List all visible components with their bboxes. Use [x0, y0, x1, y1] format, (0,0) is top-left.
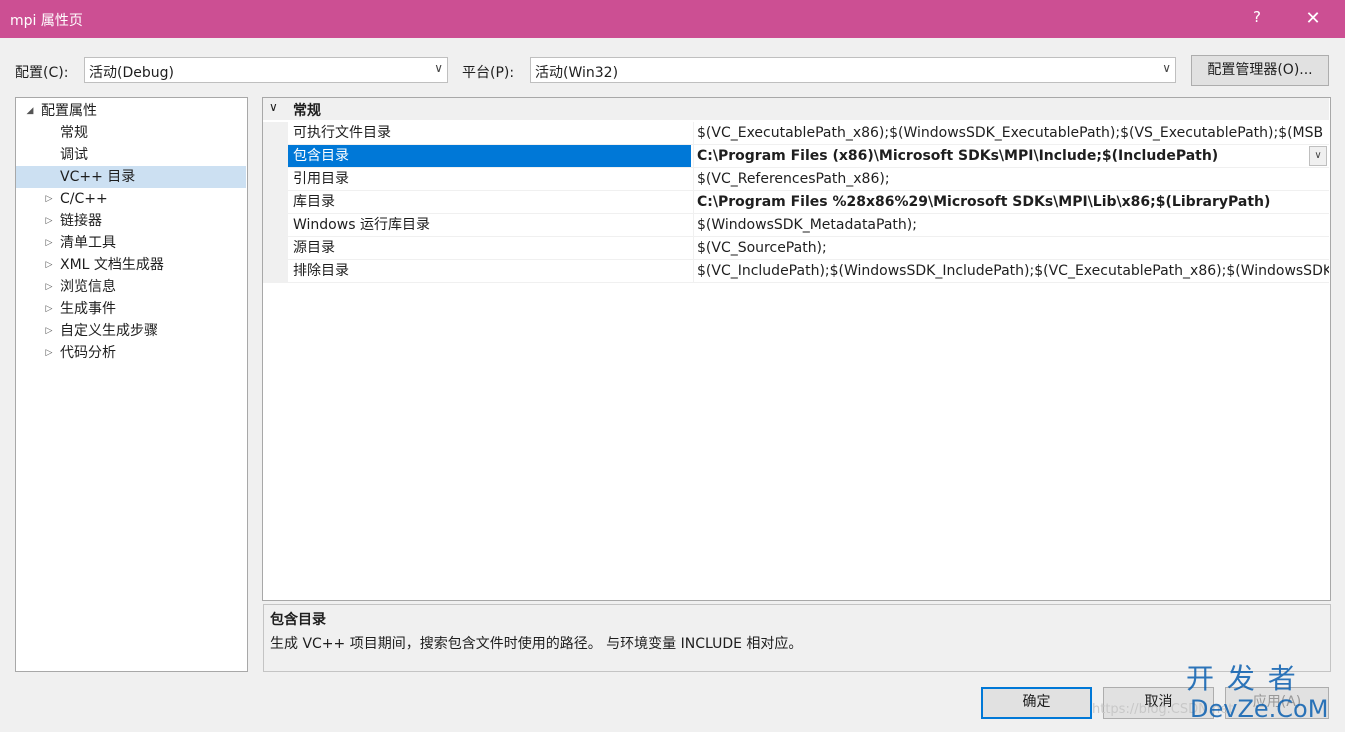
property-value[interactable]: $(WindowsSDK_MetadataPath); [693, 214, 1329, 236]
row-gutter [263, 145, 288, 167]
title-bar: mpi 属性页 ? ✕ [0, 0, 1345, 38]
tree-item[interactable]: ▷ 清单工具 [16, 232, 246, 254]
row-gutter [263, 237, 288, 259]
config-tree: ◢ 配置属性常规调试 VC++ 目录 ▷ C/C++ ▷ 链接器 ▷ 清单工具 ▷ XML 文档生成… [15, 97, 248, 672]
property-row[interactable]: 可执行文件目录 $(VC_ExecutablePath_x86);$(Window… [263, 122, 1329, 145]
tree-item[interactable]: ▷ C/C++ [16, 188, 246, 210]
property-name[interactable]: Windows 运行库目录 [288, 214, 691, 236]
expand-icon[interactable]: ▷ [43, 342, 55, 364]
tree-item[interactable]: ▷ 自定义生成步骤 [16, 320, 246, 342]
config-label: 配置(C): [15, 65, 69, 81]
tree-item-label: C/C++ [60, 191, 108, 207]
config-value: 活动(Debug) [89, 65, 174, 81]
property-name[interactable]: 包含目录 [288, 145, 691, 167]
grid-section-header[interactable]: ∨ 常规 [263, 98, 1329, 120]
property-row[interactable]: Windows 运行库目录 $(WindowsSDK_MetadataPath); [263, 214, 1329, 237]
tree-item[interactable]: 调试 [16, 144, 246, 166]
chevron-down-icon[interactable]: ∨ [1309, 146, 1327, 166]
collapse-icon[interactable]: ◢ [24, 100, 36, 122]
property-name[interactable]: 引用目录 [288, 168, 691, 190]
property-row[interactable]: 库目录 C:\Program Files %28x86%29\Microsoft … [263, 191, 1329, 214]
expand-icon[interactable]: ▷ [43, 298, 55, 320]
tree-item-label: XML 文档生成器 [60, 257, 164, 273]
tree-item-label: 生成事件 [60, 301, 116, 317]
property-row[interactable]: 排除目录 $(VC_IncludePath);$(WindowsSDK_Inclu… [263, 260, 1329, 283]
close-button[interactable]: ✕ [1300, 8, 1326, 30]
expand-icon[interactable]: ▷ [43, 254, 55, 276]
row-gutter [263, 260, 288, 282]
tree-item[interactable]: 常规 [16, 122, 246, 144]
config-dropdown[interactable]: 活动(Debug) ∨ [84, 57, 448, 83]
property-value[interactable]: $(VC_ExecutablePath_x86);$(WindowsSDK_Ex… [693, 122, 1329, 144]
property-value[interactable]: $(VC_IncludePath);$(WindowsSDK_IncludePa… [693, 260, 1329, 282]
row-gutter [263, 168, 288, 190]
description-text: 生成 VC++ 项目期间，搜索包含文件时使用的路径。 与环境变量 INCLUDE… [270, 636, 803, 652]
row-gutter [263, 122, 288, 144]
help-button[interactable]: ? [1244, 8, 1270, 30]
expand-icon[interactable]: ▷ [43, 232, 55, 254]
property-name[interactable]: 排除目录 [288, 260, 691, 282]
platform-dropdown[interactable]: 活动(Win32) ∨ [530, 57, 1176, 83]
expand-icon[interactable]: ▷ [43, 320, 55, 342]
tree-item[interactable]: VC++ 目录 [16, 166, 246, 188]
property-value[interactable]: C:\Program Files %28x86%29\Microsoft SDK… [693, 191, 1329, 213]
description-panel: 包含目录 生成 VC++ 项目期间，搜索包含文件时使用的路径。 与环境变量 IN… [263, 604, 1331, 672]
property-row[interactable]: 引用目录 $(VC_ReferencesPath_x86); [263, 168, 1329, 191]
property-value[interactable]: $(VC_ReferencesPath_x86); [693, 168, 1329, 190]
tree-item[interactable]: ▷ 生成事件 [16, 298, 246, 320]
ok-button[interactable]: 确定 [981, 687, 1092, 719]
tree-item-label: 清单工具 [60, 235, 116, 251]
property-value[interactable]: $(VC_SourcePath); [693, 237, 1329, 259]
property-name[interactable]: 可执行文件目录 [288, 122, 691, 144]
watermark-logo-bottom: DevZe.CoM [1190, 695, 1329, 723]
tree-item-label: 调试 [60, 147, 88, 163]
tree-item[interactable]: ▷ 浏览信息 [16, 276, 246, 298]
tree-item-label: 自定义生成步骤 [60, 323, 158, 339]
tree-item-label: 代码分析 [60, 345, 116, 361]
tree-item-label: 链接器 [60, 213, 102, 229]
tree-item-label: 常规 [60, 125, 88, 141]
chevron-down-icon: ∨ [1162, 61, 1171, 75]
tree-item[interactable]: ◢ 配置属性 [16, 100, 246, 122]
platform-value: 活动(Win32) [535, 65, 619, 81]
row-gutter [263, 214, 288, 236]
description-title: 包含目录 [270, 612, 326, 628]
property-name[interactable]: 库目录 [288, 191, 691, 213]
window-title: mpi 属性页 [10, 13, 83, 29]
watermark-logo-top: 开 发 者 [1186, 662, 1298, 695]
expand-icon[interactable]: ▷ [43, 276, 55, 298]
property-grid: ∨ 常规 可执行文件目录 $(VC_ExecutablePath_x86);$(W… [262, 97, 1331, 601]
config-manager-button[interactable]: 配置管理器(O)... [1191, 55, 1329, 86]
tree-item-label: 配置属性 [41, 103, 97, 119]
expand-icon[interactable]: ▷ [43, 210, 55, 232]
chevron-down-icon: ∨ [269, 100, 278, 114]
property-name[interactable]: 源目录 [288, 237, 691, 259]
expand-icon[interactable]: ▷ [43, 188, 55, 210]
tree-item[interactable]: ▷ XML 文档生成器 [16, 254, 246, 276]
row-gutter [263, 191, 288, 213]
tree-item[interactable]: ▷ 链接器 [16, 210, 246, 232]
section-label: 常规 [293, 103, 321, 119]
property-row[interactable]: 包含目录 C:\Program Files (x86)\Microsoft SDK… [263, 145, 1329, 168]
chevron-down-icon: ∨ [434, 61, 443, 75]
platform-label: 平台(P): [462, 65, 515, 81]
property-row[interactable]: 源目录 $(VC_SourcePath); [263, 237, 1329, 260]
tree-item[interactable]: ▷ 代码分析 [16, 342, 246, 364]
tree-item-label: VC++ 目录 [60, 169, 136, 185]
tree-item-label: 浏览信息 [60, 279, 116, 295]
property-value[interactable]: C:\Program Files (x86)\Microsoft SDKs\MP… [693, 145, 1329, 167]
